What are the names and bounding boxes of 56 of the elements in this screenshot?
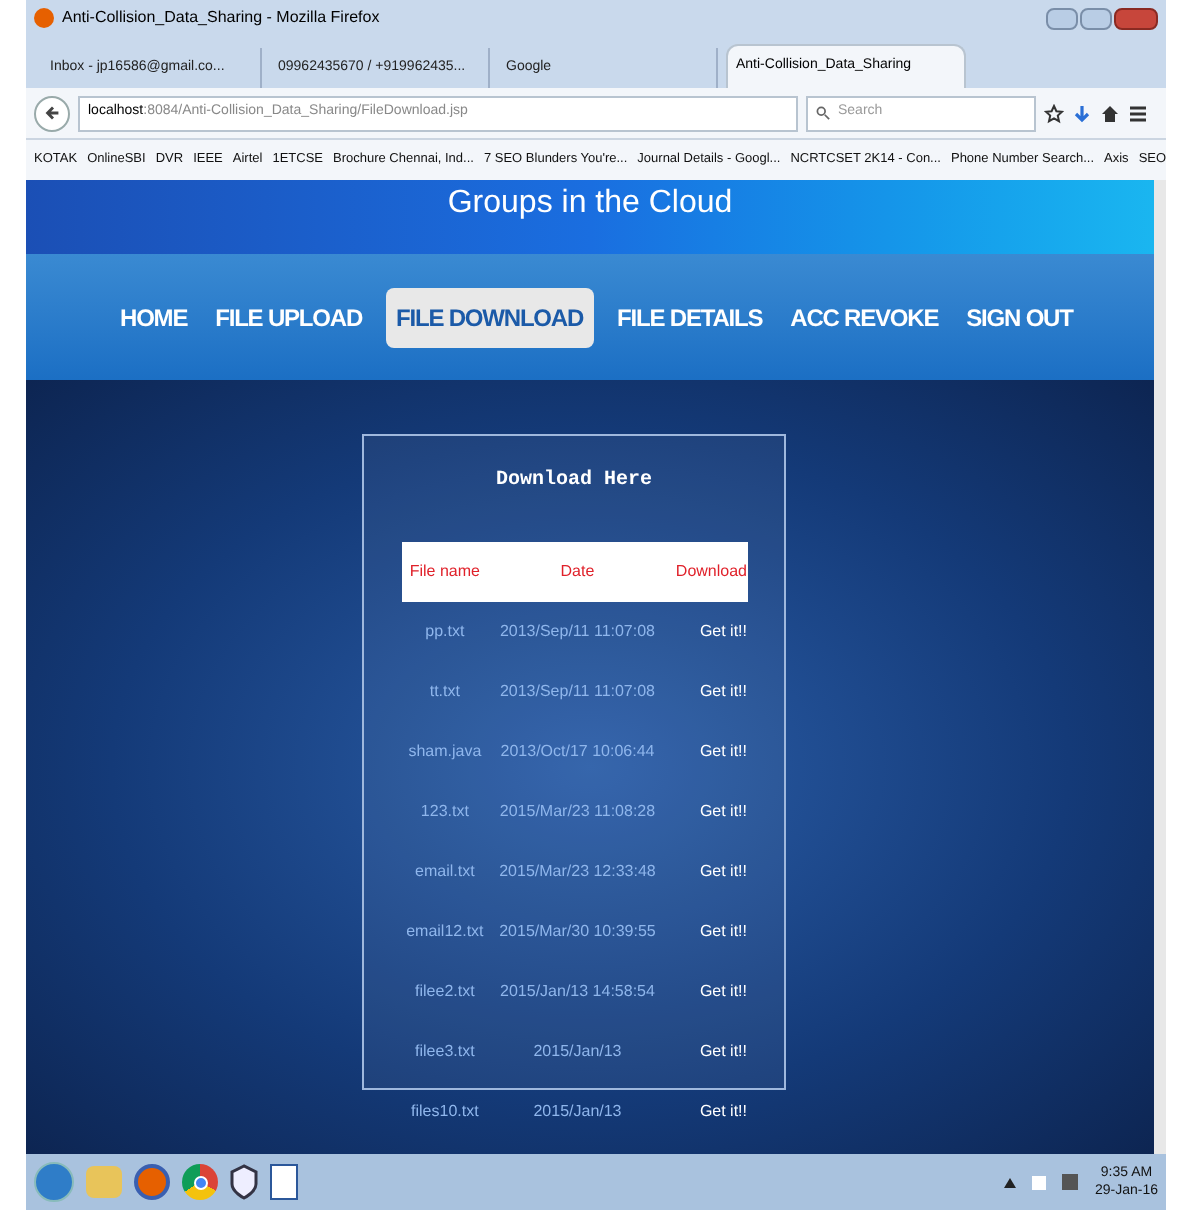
table-cell-text: 2015/Jan/13 14:58:54 bbox=[498, 980, 657, 1004]
panel-title: Download Here bbox=[495, 467, 652, 496]
download-link[interactable]: Get it!! bbox=[699, 922, 747, 940]
download-link[interactable]: Get it!! bbox=[699, 682, 747, 700]
table-cell-text: 2015/Mar/23 12:33:48 bbox=[497, 860, 658, 884]
column-header: Download bbox=[666, 542, 747, 602]
document-icon[interactable] bbox=[270, 1164, 298, 1200]
download-link[interactable]: Get it!! bbox=[699, 622, 747, 640]
back-button[interactable] bbox=[34, 95, 70, 131]
close-icon[interactable] bbox=[1114, 7, 1158, 29]
nav-link[interactable]: HOME bbox=[116, 287, 192, 347]
table-cell: 2013/Sep/11 11:07:08 bbox=[488, 602, 667, 662]
menu-icon[interactable] bbox=[1128, 103, 1148, 123]
search-icon bbox=[816, 106, 830, 120]
star-icon[interactable] bbox=[1044, 103, 1064, 123]
table-cell-text: 123.txt bbox=[418, 800, 471, 824]
shield-icon[interactable] bbox=[230, 1164, 258, 1200]
column-header: File name bbox=[401, 542, 489, 602]
download-link[interactable]: Get it!! bbox=[699, 862, 747, 880]
site-title: Groups in the Cloud bbox=[447, 184, 733, 224]
table-cell-text: 2015/Jan/13 bbox=[531, 1040, 624, 1064]
table-cell-text: tt.txt bbox=[427, 680, 462, 704]
download-link[interactable]: Get it!! bbox=[699, 742, 747, 760]
table-cell-text: 2013/Oct/17 10:06:44 bbox=[498, 740, 657, 764]
table-cell-text: email.txt bbox=[413, 860, 477, 884]
firefox-icon[interactable] bbox=[134, 1164, 170, 1200]
minimize-icon[interactable] bbox=[1046, 7, 1078, 29]
nav-link[interactable]: FILE DOWNLOAD bbox=[386, 287, 594, 347]
tray-arrow-icon[interactable] bbox=[1004, 1177, 1017, 1187]
table-cell-text: filee3.txt bbox=[413, 1040, 477, 1064]
home-icon[interactable] bbox=[1100, 103, 1120, 123]
start-button[interactable] bbox=[34, 1162, 74, 1202]
download-link[interactable]: Get it!! bbox=[699, 1102, 747, 1120]
table-cell-text: filee2.txt bbox=[413, 980, 477, 1004]
restore-icon[interactable] bbox=[1080, 7, 1112, 29]
column-header: Date bbox=[488, 542, 667, 602]
table-cell-text: 2015/Mar/30 10:39:55 bbox=[497, 920, 658, 944]
download-icon[interactable] bbox=[1072, 103, 1092, 123]
download-link[interactable]: Get it!! bbox=[699, 1042, 747, 1060]
nav-link[interactable]: SIGN OUT bbox=[962, 287, 1077, 347]
firefox-icon bbox=[34, 8, 54, 28]
nav-link[interactable]: ACC REVOKE bbox=[786, 287, 943, 347]
back-arrow-icon bbox=[43, 104, 61, 122]
chrome-icon[interactable] bbox=[182, 1164, 218, 1200]
table-cell-text: 2015/Mar/23 11:08:28 bbox=[497, 800, 658, 824]
table-cell-text: sham.java bbox=[406, 740, 484, 764]
table-cell-text: 2013/Sep/11 11:07:08 bbox=[497, 680, 658, 704]
table-cell: pp.txt bbox=[401, 602, 489, 662]
table-cell-text: files10.txt bbox=[409, 1100, 481, 1124]
table-cell-text: email12.txt bbox=[404, 920, 486, 944]
nav-link[interactable]: FILE UPLOAD bbox=[211, 287, 367, 347]
table-cell-text: 2015/Jan/13 bbox=[531, 1100, 624, 1124]
download-link[interactable]: Get it!! bbox=[699, 982, 747, 1000]
window-title: Anti-Collision_Data_Sharing - Mozilla Firefox bbox=[62, 6, 380, 30]
download-link[interactable]: Get it!! bbox=[699, 802, 747, 820]
nav-link[interactable]: FILE DETAILS bbox=[613, 287, 767, 347]
